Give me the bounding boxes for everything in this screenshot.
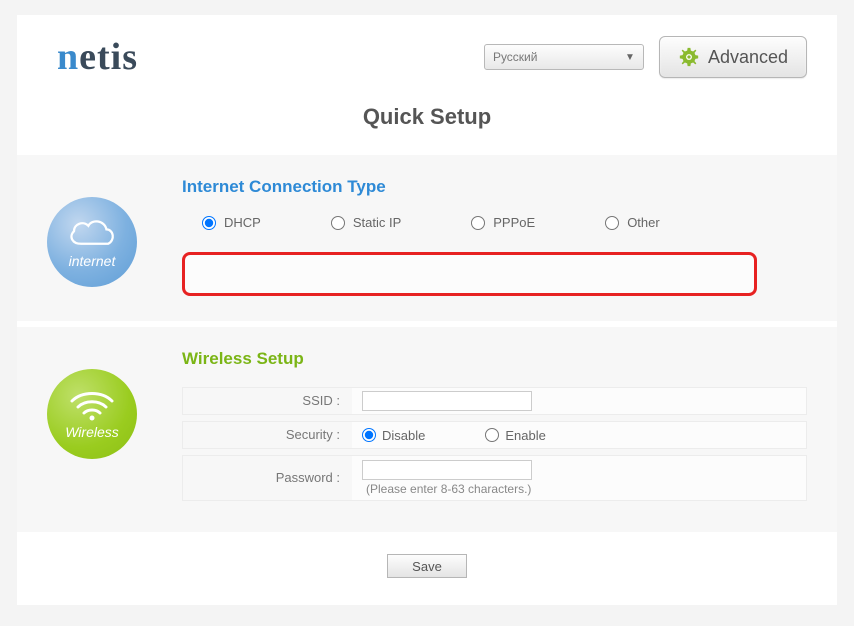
radio-static-ip-label: Static IP xyxy=(353,215,401,230)
save-row: Save xyxy=(17,532,837,600)
wireless-body: Wireless Setup SSID : Security : Disable xyxy=(182,349,807,507)
internet-badge-label: internet xyxy=(69,253,116,269)
wifi-icon xyxy=(68,388,116,422)
highlight-annotation xyxy=(182,252,757,296)
wireless-badge-label: Wireless xyxy=(65,424,119,440)
page-title: Quick Setup xyxy=(17,94,837,155)
password-hint: (Please enter 8-63 characters.) xyxy=(362,482,531,496)
language-selected-value: Русский xyxy=(493,50,538,64)
radio-pppoe-label: PPPoE xyxy=(493,215,535,230)
radio-dhcp-label: DHCP xyxy=(224,215,261,230)
language-select[interactable]: Русский ▼ xyxy=(484,44,644,70)
password-label: Password : xyxy=(182,455,352,501)
radio-security-disable-label: Disable xyxy=(382,428,425,443)
internet-badge: internet xyxy=(47,197,137,287)
chevron-down-icon: ▼ xyxy=(625,52,635,63)
connection-type-radios: DHCP Static IP PPPoE Other xyxy=(182,215,807,230)
radio-security-enable-input[interactable] xyxy=(485,428,499,442)
wireless-section-title: Wireless Setup xyxy=(182,349,807,369)
radio-security-enable[interactable]: Enable xyxy=(485,428,545,443)
radio-security-enable-label: Enable xyxy=(505,428,545,443)
password-input[interactable] xyxy=(362,460,532,480)
radio-other[interactable]: Other xyxy=(605,215,660,230)
radio-security-disable-input[interactable] xyxy=(362,428,376,442)
page: netis Русский ▼ Advanced Quick Setup xyxy=(17,15,837,605)
header: netis Русский ▼ Advanced xyxy=(17,15,837,94)
header-controls: Русский ▼ Advanced xyxy=(484,36,807,78)
ssid-row: SSID : xyxy=(182,387,807,415)
advanced-button[interactable]: Advanced xyxy=(659,36,807,78)
ssid-label: SSID : xyxy=(182,387,352,415)
gear-icon xyxy=(678,46,700,68)
advanced-label: Advanced xyxy=(708,47,788,68)
radio-other-label: Other xyxy=(627,215,660,230)
radio-security-disable[interactable]: Disable xyxy=(362,428,425,443)
radio-pppoe[interactable]: PPPoE xyxy=(471,215,535,230)
internet-section: internet Internet Connection Type DHCP S… xyxy=(17,155,837,321)
security-cell: Disable Enable xyxy=(352,421,807,449)
wireless-section: Wireless Wireless Setup SSID : Security … xyxy=(17,327,837,532)
radio-static-ip[interactable]: Static IP xyxy=(331,215,401,230)
internet-section-title: Internet Connection Type xyxy=(182,177,807,197)
password-row: Password : (Please enter 8-63 characters… xyxy=(182,455,807,501)
radio-dhcp[interactable]: DHCP xyxy=(202,215,261,230)
wireless-badge-col: Wireless xyxy=(47,349,157,507)
logo: netis xyxy=(57,35,138,79)
radio-dhcp-input[interactable] xyxy=(202,216,216,230)
ssid-input[interactable] xyxy=(362,391,532,411)
cloud-icon xyxy=(65,215,119,251)
security-label: Security : xyxy=(182,421,352,449)
radio-pppoe-input[interactable] xyxy=(471,216,485,230)
radio-static-ip-input[interactable] xyxy=(331,216,345,230)
wireless-badge: Wireless xyxy=(47,369,137,459)
ssid-cell xyxy=(352,387,807,415)
save-button[interactable]: Save xyxy=(387,554,467,578)
internet-badge-col: internet xyxy=(47,177,157,296)
security-row: Security : Disable Enable xyxy=(182,421,807,449)
password-cell: (Please enter 8-63 characters.) xyxy=(352,455,807,501)
radio-other-input[interactable] xyxy=(605,216,619,230)
internet-body: Internet Connection Type DHCP Static IP … xyxy=(182,177,807,296)
